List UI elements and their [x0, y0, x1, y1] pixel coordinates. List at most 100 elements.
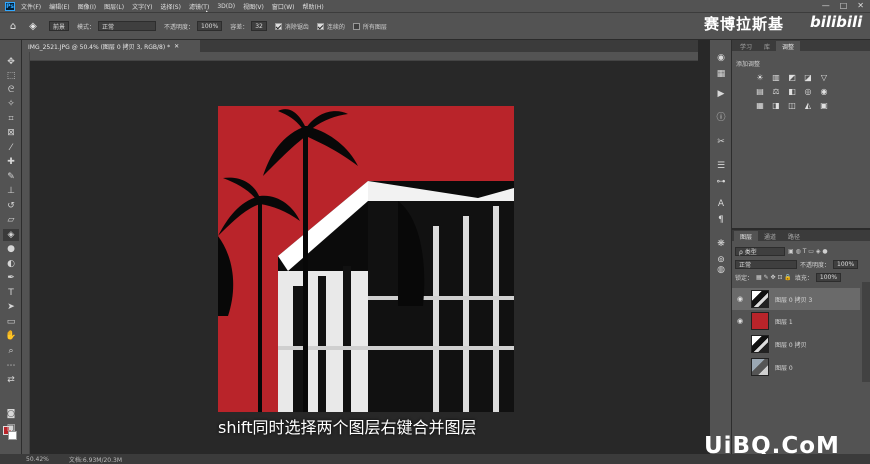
fill-source-value[interactable]: 前景 — [49, 21, 70, 31]
tab-layers[interactable]: 图层 — [734, 231, 759, 241]
color-balance-icon[interactable]: ⚖ — [770, 86, 782, 97]
eraser-icon[interactable]: ▱ — [3, 214, 19, 226]
layer-row[interactable]: ◉ 图层 0 — [732, 356, 860, 378]
gradient-map-icon[interactable]: ▣ — [818, 100, 830, 111]
brush-settings-icon[interactable]: ❋ — [714, 238, 728, 250]
posterize-icon[interactable]: ◫ — [786, 100, 798, 111]
tab-libraries[interactable]: 库 — [758, 41, 776, 51]
brightness-icon[interactable]: ☀ — [754, 72, 766, 83]
mode-select[interactable]: 正常 — [98, 21, 157, 31]
paragraph-panel-icon[interactable]: ¶ — [714, 214, 728, 226]
layers-scrollbar[interactable] — [862, 282, 870, 382]
layer-blend-select[interactable]: 正常 — [735, 260, 797, 269]
screen-mode-icon[interactable]: ▣ — [3, 422, 19, 434]
filter-icons[interactable]: ▣ ◍ T ▭ ◈ ● — [788, 248, 828, 255]
paint-bucket-icon[interactable]: ◈ — [26, 19, 40, 33]
play-actions-icon[interactable]: ▶ — [714, 88, 728, 100]
layer-row[interactable]: ◉ 图层 0 拷贝 3 — [732, 288, 860, 310]
vibrance-icon[interactable]: ▽ — [818, 72, 830, 83]
swap-colors-icon[interactable]: ⇄ — [3, 374, 19, 386]
invert-icon[interactable]: ◨ — [770, 100, 782, 111]
magic-wand-icon[interactable]: ✧ — [3, 98, 19, 110]
brush-icon[interactable]: ✎ — [3, 171, 19, 183]
color-lookup-icon[interactable]: ▦ — [754, 100, 766, 111]
tab-learn[interactable]: 学习 — [734, 41, 758, 51]
tolerance-input[interactable]: 32 — [251, 21, 267, 31]
zoom-icon[interactable]: ⌕ — [3, 345, 19, 357]
antialias-toggle[interactable]: 消除锯齿 — [274, 22, 309, 31]
properties-icon[interactable]: ⊶ — [714, 176, 728, 188]
menu-select[interactable]: 选择(S) — [160, 2, 181, 11]
lasso-icon[interactable]: ᘓ — [3, 84, 19, 96]
visibility-eye-icon[interactable]: ◉ — [735, 295, 745, 303]
menu-3d[interactable]: 3D(D) — [217, 3, 235, 10]
menu-file[interactable]: 文件(F) — [21, 2, 41, 11]
swatches-panel-icon[interactable]: ▦ — [714, 68, 728, 80]
channel-mixer-icon[interactable]: ◉ — [818, 86, 830, 97]
history-brush-icon[interactable]: ↺ — [3, 200, 19, 212]
photo-filter-icon[interactable]: ◎ — [802, 86, 814, 97]
layer-row[interactable]: ◉ 图层 1 — [732, 310, 860, 332]
dodge-icon[interactable]: ◐ — [3, 258, 19, 270]
clone-stamp-icon[interactable]: ⊥ — [3, 185, 19, 197]
move-icon[interactable]: ✥ — [3, 56, 19, 68]
document-canvas[interactable] — [218, 106, 514, 412]
type-icon[interactable]: T — [3, 287, 19, 299]
adjustments-icon[interactable]: ☰ — [714, 160, 728, 172]
levels-icon[interactable]: ▥ — [770, 72, 782, 83]
menu-layer[interactable]: 图层(L) — [104, 2, 124, 11]
all-layers-checkbox[interactable] — [352, 22, 360, 30]
color-panel-icon[interactable]: ◉ — [714, 52, 728, 64]
menu-window[interactable]: 窗口(W) — [272, 2, 295, 11]
layer-opacity-input[interactable]: 100% — [833, 260, 859, 269]
crop-icon[interactable]: ⌗ — [3, 113, 19, 125]
layer-row[interactable]: ◉ 图层 0 拷贝 — [732, 333, 860, 355]
layer-kind-select[interactable]: ρ 类型 — [735, 247, 785, 256]
hue-saturation-icon[interactable]: ▤ — [754, 86, 766, 97]
character-panel-icon[interactable]: A — [714, 198, 728, 210]
pen-icon[interactable]: ✒ — [3, 272, 19, 284]
black-white-icon[interactable]: ◧ — [786, 86, 798, 97]
menu-type[interactable]: 文字(Y) — [132, 2, 152, 11]
exposure-icon[interactable]: ◪ — [802, 72, 814, 83]
maximize-button[interactable]: □ — [840, 1, 848, 10]
close-button[interactable]: ✕ — [857, 1, 864, 10]
hand-icon[interactable]: ✋ — [3, 330, 19, 342]
paint-bucket-tool[interactable]: ◈ — [3, 229, 19, 241]
fill-source-select[interactable]: 前景 — [46, 21, 70, 31]
curves-icon[interactable]: ◩ — [786, 72, 798, 83]
healing-icon[interactable]: ✚ — [3, 156, 19, 168]
threshold-icon[interactable]: ◭ — [802, 100, 814, 111]
contiguous-toggle[interactable]: 连续的 — [316, 22, 345, 31]
path-select-icon[interactable]: ➤ — [3, 301, 19, 313]
contiguous-checkbox[interactable] — [316, 22, 324, 30]
tab-paths[interactable]: 路径 — [782, 231, 806, 241]
menu-image[interactable]: 图像(I) — [78, 2, 96, 11]
close-tab-icon[interactable]: ✕ — [174, 43, 179, 50]
frame-icon[interactable]: ⊠ — [3, 127, 19, 139]
horizontal-ruler — [30, 52, 698, 61]
info-panel-icon[interactable]: ⓘ — [714, 110, 728, 123]
minimize-button[interactable]: — — [822, 1, 830, 10]
opacity-input[interactable]: 100% — [197, 21, 223, 31]
more-tools-icon[interactable]: ⋯ — [3, 360, 19, 372]
menu-view[interactable]: 视图(V) — [243, 2, 264, 11]
tab-adjustments[interactable]: 调整 — [776, 41, 801, 51]
quick-mask-icon[interactable]: ◙ — [3, 408, 19, 420]
menu-help[interactable]: 帮助(H) — [303, 2, 324, 11]
tool-presets-icon[interactable]: ✂ — [714, 136, 728, 148]
lock-icons[interactable]: ▦ ✎ ✥ ⊡ 🔒 — [756, 274, 792, 281]
tab-channels[interactable]: 通道 — [758, 231, 782, 241]
visibility-eye-icon[interactable]: ◉ — [735, 317, 745, 325]
eyedropper-icon[interactable]: ⁄ — [3, 142, 19, 154]
all-layers-toggle[interactable]: 所有图层 — [352, 22, 387, 31]
antialias-checkbox[interactable] — [274, 22, 282, 30]
rectangle-icon[interactable]: ▭ — [3, 316, 19, 328]
home-icon[interactable]: ⌂ — [6, 19, 20, 33]
blur-icon[interactable]: ● — [3, 243, 19, 255]
document-tab[interactable]: IMG_2521.JPG @ 50.4% (图层 0 拷贝 3, RGB/8) … — [22, 40, 200, 52]
marquee-icon[interactable]: ⬚ — [3, 70, 19, 82]
menu-edit[interactable]: 编辑(E) — [49, 2, 69, 11]
zoom-level[interactable]: 50.42% — [26, 456, 49, 463]
fill-input[interactable]: 100% — [815, 273, 842, 282]
